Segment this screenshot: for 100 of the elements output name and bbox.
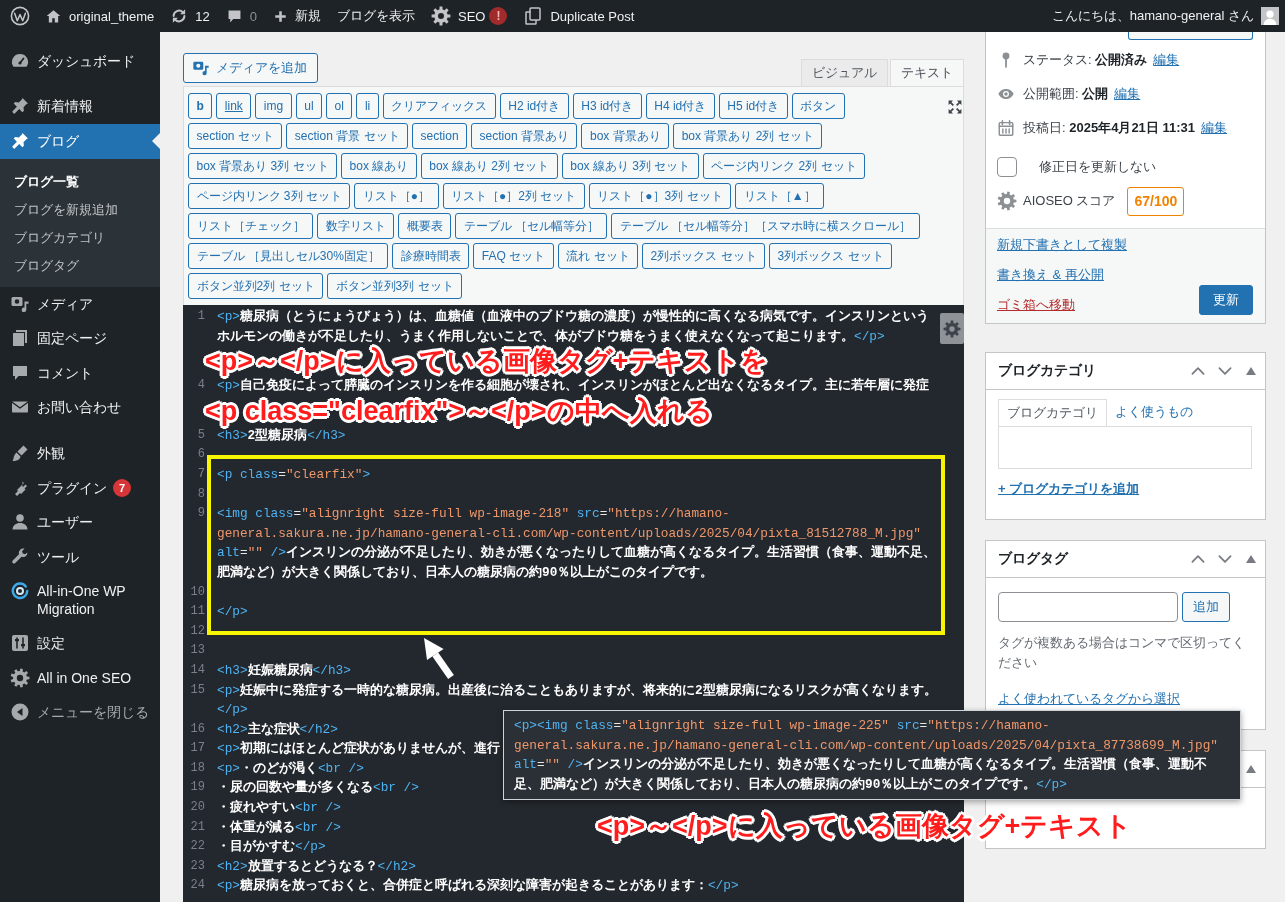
quicktag-button[interactable]: テーブル ［見出しセル30%固定］ [188, 243, 389, 269]
quicktag-button[interactable]: b [188, 93, 213, 119]
menu-item[interactable]: All-in-One WP Migration [0, 574, 160, 627]
quicktag-button[interactable]: ボタン並列3列 セット [327, 273, 463, 299]
quicktag-button[interactable]: 3列ボックス セット [769, 243, 893, 269]
menu-item[interactable]: ブログ [0, 124, 160, 159]
choose-tags-link[interactable]: よく使われているタグから選択 [998, 691, 1180, 707]
site-link[interactable]: original_theme [37, 0, 163, 32]
quicktag-button[interactable]: H3 id付き [572, 93, 642, 119]
menu-item[interactable]: メディア [0, 286, 160, 322]
editor-tab[interactable]: テキスト [890, 59, 964, 86]
code-line: <p>糖尿病を放っておくと、合併症と呼ばれる深刻な障害が起きることがあります：</p> [217, 876, 739, 896]
menu-item[interactable]: コメント [0, 355, 160, 391]
quicktag-button[interactable]: ul [295, 93, 323, 119]
quicktag-button[interactable]: box 線あり [341, 153, 417, 179]
line-number: 5 [196, 426, 205, 444]
category-tab[interactable]: よく使うもの [1107, 399, 1201, 426]
submenu-item[interactable]: ブログ一覧 [0, 167, 160, 196]
submenu-item[interactable]: ブログを新規追加 [0, 195, 160, 224]
quicktag-button[interactable]: box 背景あり 3列 セット [188, 153, 338, 179]
edit-link[interactable]: 編集 [1114, 85, 1141, 103]
quicktag-button[interactable]: box 背景あり 2列 セット [673, 123, 823, 149]
duplicate-link[interactable]: Duplicate Post [515, 0, 643, 32]
score-badge[interactable]: 67/100 [1127, 186, 1185, 216]
quicktag-button[interactable]: 2列ボックス セット [642, 243, 766, 269]
menu-item[interactable]: プラグイン 7 [0, 470, 160, 506]
logo-icon[interactable] [10, 6, 30, 26]
quicktag-button[interactable]: FAQ セット [473, 243, 554, 269]
panel-title: ブログタグ [998, 550, 1068, 568]
quicktag-button[interactable]: リスト［●］3列 セット [588, 183, 732, 209]
submenu-item[interactable]: ブログタグ [0, 251, 160, 280]
quicktag-button[interactable]: link [216, 93, 252, 119]
collapse-menu-button[interactable]: メニューを閉じる [0, 695, 160, 730]
quicktag-button[interactable]: ボタン並列2列 セット [188, 273, 323, 299]
edit-link[interactable]: 編集 [1153, 51, 1180, 69]
line-number: 11 [189, 603, 205, 621]
view-link[interactable]: ブログを表示 [329, 0, 423, 32]
menu-item[interactable]: お問い合わせ [0, 390, 160, 426]
updates-link[interactable]: 12 [162, 0, 218, 32]
settings-button[interactable] [940, 313, 964, 344]
triangle-up-icon[interactable] [1246, 765, 1256, 773]
quicktag-button[interactable]: クリアフィックス [382, 93, 496, 119]
add-tag-button[interactable]: 追加 [1182, 592, 1230, 622]
menu-item[interactable]: ツール [0, 539, 160, 575]
triangle-up-icon[interactable] [1246, 555, 1256, 563]
quicktag-button[interactable]: 流れ セット [557, 243, 639, 269]
menu-item[interactable]: ダッシュボード [0, 44, 160, 79]
triangle-up-icon[interactable] [1246, 367, 1256, 375]
editor-tab[interactable]: ビジュアル [801, 59, 888, 86]
pushpin-icon [10, 131, 30, 151]
menu-item[interactable]: 外観 [0, 436, 160, 471]
quicktag-button[interactable]: H4 id付き [645, 93, 715, 119]
quicktag-button[interactable]: ページ内リンク 2列 セット [702, 153, 866, 179]
quicktag-button[interactable]: ボタン [791, 93, 845, 119]
quicktag-button[interactable]: 概要表 [398, 213, 451, 239]
fullscreen-icon[interactable] [947, 99, 963, 115]
category-tab[interactable]: ブログカテゴリ [998, 399, 1107, 426]
quicktag-button[interactable]: section 背景あり [471, 123, 578, 149]
update-button[interactable]: 更新 [1199, 285, 1253, 315]
tag-input[interactable] [998, 592, 1178, 622]
quicktag-button[interactable]: box 線あり 2列 セット [420, 153, 558, 179]
quicktag-button[interactable]: ページ内リンク 3列 セット [188, 183, 351, 209]
menu-item[interactable]: ユーザー [0, 505, 160, 540]
menu-item[interactable]: 固定ページ [0, 321, 160, 356]
edit-link[interactable]: 編集 [1201, 119, 1227, 137]
submenu-item[interactable]: ブログカテゴリ [0, 223, 160, 252]
checkbox[interactable] [997, 157, 1017, 177]
menu-item[interactable]: 設定 [0, 626, 160, 661]
quicktag-button[interactable]: 診療時間表 [392, 243, 470, 269]
add-category-link[interactable]: + ブログカテゴリを追加 [998, 481, 1140, 497]
code-line: ・尿の回数や量が多くなる<br /> [217, 779, 419, 798]
quicktag-button[interactable]: H5 id付き [718, 93, 788, 119]
quicktag-button[interactable]: img [255, 93, 292, 119]
account-menu[interactable]: こんにちは、hamano-general さん [1043, 0, 1285, 32]
quicktag-button[interactable]: テーブル ［セル幅等分］［スマホ時に横スクロール］ [611, 213, 920, 239]
quicktag-button[interactable]: section [412, 123, 468, 149]
quicktag-button[interactable]: テーブル ［セル幅等分］ [455, 213, 608, 239]
cut-off-button[interactable] [1128, 32, 1253, 40]
quicktag-button[interactable]: リスト［●］2列 セット [442, 183, 585, 209]
quicktag-button[interactable]: H2 id付き [499, 93, 569, 119]
quicktag-button[interactable]: box 背景あり [581, 123, 670, 149]
quicktag-button[interactable]: box 線あり 3列 セット [561, 153, 699, 179]
quicktag-button[interactable]: ol [326, 93, 353, 119]
menu-item[interactable]: 新着情報 [0, 89, 160, 125]
seo-menu[interactable]: SEO ! [423, 0, 516, 32]
quicktag-button[interactable]: リスト［▲］ [735, 183, 824, 209]
trash-link[interactable]: ゴミ箱へ移動 [997, 290, 1127, 320]
quicktag-button[interactable]: リスト［●］ [354, 183, 439, 209]
add-media-button[interactable]: メディアを追加 [183, 53, 318, 83]
action-link[interactable]: 書き換え & 再公開 [997, 260, 1127, 290]
code-line: <h2>主な症状</h2> [217, 720, 338, 739]
quicktag-button[interactable]: section セット [188, 123, 283, 149]
quicktag-button[interactable]: section 背景 セット [286, 123, 409, 149]
new-link[interactable]: 新規 [265, 0, 329, 32]
quicktag-button[interactable]: リスト［チェック］ [188, 213, 313, 239]
action-link[interactable]: 新規下書きとして複製 [997, 230, 1127, 260]
quicktag-button[interactable]: 数字リスト [317, 213, 394, 239]
menu-item[interactable]: All in One SEO [0, 660, 160, 696]
comments-link[interactable]: 0 [217, 0, 265, 32]
quicktag-button[interactable]: li [356, 93, 379, 119]
